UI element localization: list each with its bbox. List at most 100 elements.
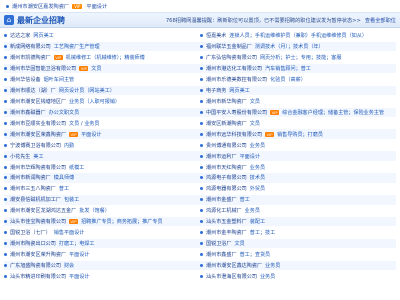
company-name[interactable]: 潮州华信设备 xyxy=(10,76,41,83)
company-name[interactable]: 鸿源电器有限公司 xyxy=(206,185,247,192)
company-name[interactable]: 潮州市顺达（湖）厂 xyxy=(10,87,56,94)
list-item[interactable]: 福州联华五金制品厂 测调技术（月）；技术员（年） xyxy=(200,41,396,52)
list-item[interactable]: 新成网络有限公司 工艺陶瓷厂生产管理 xyxy=(4,41,200,52)
job-title[interactable]: 财会 xyxy=(64,262,74,269)
job-title[interactable]: 化验员（高薪） xyxy=(270,76,306,83)
job-title[interactable]: 平面设计 xyxy=(86,3,107,10)
company-name[interactable]: 中国平安人寿股份有限公司 xyxy=(206,109,267,116)
job-title[interactable]: 批发（饱餐） xyxy=(79,207,110,214)
view-all-link[interactable]: 查看全部职位 xyxy=(365,17,396,24)
job-title[interactable]: 工艺陶瓷厂生产管理 xyxy=(54,43,100,50)
job-title[interactable]: 外贸员 xyxy=(250,185,265,192)
list-item[interactable]: 汕头市佳宝陶瓷有限公司 VIP 招聘推广专员；商务拓展；推广专员 xyxy=(4,216,200,227)
job-title[interactable]: 招聘推广专员；商务拓展；推广专员 xyxy=(81,218,163,225)
company-name[interactable]: 潮州市乐德美数控有限公司 xyxy=(206,76,267,83)
job-title[interactable]: 平面设计 xyxy=(69,251,89,258)
list-item[interactable]: 潮州市港达化工有限公司 汽车销售顾问；普工 xyxy=(200,63,396,74)
job-title[interactable]: 纸模工 xyxy=(69,164,84,171)
job-title[interactable]: 连锁人员；手机运维维护员（兼职）手机运维维修员（如从） xyxy=(229,32,367,39)
list-item[interactable]: 潮州市鑫盛厂 普工；查货员 xyxy=(200,250,396,260)
job-title[interactable]: 机械维修工（机械维修）；精装师傅 xyxy=(66,54,145,61)
list-item[interactable]: 潮州市潮安区荣升陶瓷厂 平面设计 xyxy=(4,250,200,260)
company-name[interactable]: 福州联华五金制品厂 xyxy=(206,43,252,50)
list-item[interactable]: 潮州市潮安区荣鑫陶瓷厂 VIP 平面设计 xyxy=(4,129,200,139)
company-name[interactable]: 潮州市凯德陶瓷厂 xyxy=(10,54,51,61)
company-name[interactable]: 潮州市潮安区荣升陶瓷厂 xyxy=(10,251,66,258)
job-title[interactable]: 综合金融客户经理；储备主管；保险业务主管 xyxy=(282,109,384,116)
job-title[interactable]: 文员 xyxy=(234,240,244,247)
company-name[interactable]: 潮州市三五八陶瓷厂 xyxy=(10,185,56,192)
job-title[interactable]: 销售平面设计 xyxy=(54,229,85,236)
job-title[interactable]: 业务员 xyxy=(245,207,260,214)
job-title[interactable]: 打磨工；电焊工 xyxy=(59,240,95,247)
list-item[interactable]: 潮州市潮安区鑫达陶瓷厂 业务员 xyxy=(200,260,396,271)
company-name[interactable]: 潮州市鑫盛厂 xyxy=(206,251,237,258)
job-title[interactable]: 美工 xyxy=(33,153,43,160)
list-item[interactable]: 国锐卫浴厂 文员 xyxy=(200,238,396,249)
company-name[interactable]: 广东旭盛陶瓷有限公司 xyxy=(10,262,61,269)
job-title[interactable]: 文员 xyxy=(250,98,260,105)
job-title[interactable]: 模具师傅 xyxy=(54,174,74,181)
list-item[interactable]: 潮州市乐德美数控有限公司 化验员（高薪） xyxy=(200,75,396,85)
list-item[interactable]: 电子商务 网页美工 xyxy=(200,85,396,96)
job-title[interactable]: 烟叶车间主管 xyxy=(44,76,75,83)
job-title[interactable]: 汽车销售顾问；普工 xyxy=(265,65,311,72)
company-name[interactable]: 小花先生 xyxy=(10,153,30,160)
company-name[interactable]: 汕头市澄海区有限公司 xyxy=(206,273,257,280)
job-title[interactable]: 业务员 xyxy=(250,142,265,149)
job-title[interactable]: 业务员 xyxy=(265,262,280,269)
company-name[interactable]: 鸿源化工机械厂 xyxy=(206,207,242,214)
job-title[interactable]: 网页分析；护士；专用；技能；客服 xyxy=(260,54,342,61)
list-item[interactable]: 潮州市华固智能卫浴有限公司 VIP 文员 xyxy=(4,63,200,74)
list-item[interactable]: 潮州市新润陶瓷厂 模具师傅 xyxy=(4,173,200,183)
list-item[interactable]: 潮州市鑫磁器厂 办公文职文员 xyxy=(4,107,200,118)
company-name[interactable]: 潮安区新潮陶瓷厂 xyxy=(206,120,247,127)
company-name[interactable]: 贵州博通有限公司 xyxy=(206,142,247,149)
list-item[interactable]: 潮州市三五八陶瓷厂 普工 xyxy=(4,184,200,194)
job-title[interactable]: 销售导购员；打磨员 xyxy=(277,131,323,138)
company-name[interactable]: 潮安县信磁机机加工厂 xyxy=(10,196,61,203)
company-name[interactable]: 潮州市潮安区荣鑫陶瓷厂 xyxy=(10,131,66,138)
company-name[interactable]: 潮州市金丰陶瓷厂 xyxy=(206,229,247,236)
company-name[interactable]: 潮州市华辉陶瓷有限公司 xyxy=(10,164,66,171)
job-title[interactable]: 网页设计员（网站美工） xyxy=(59,87,115,94)
job-title[interactable]: 普工；查货员 xyxy=(240,251,271,258)
list-item[interactable]: 潮州市远华科技有限公司 VIP 销售导购员；打磨员 xyxy=(200,129,396,139)
company-name[interactable]: 潮州市豆顺实业有限公司 xyxy=(10,120,66,127)
job-title[interactable]: 网页美工 xyxy=(33,32,53,39)
company-name[interactable]: 潮州市运利厂 xyxy=(206,153,237,160)
company-name[interactable]: 汕头市五金塑料厂 xyxy=(206,218,247,225)
list-item[interactable]: 中国平安人寿股份有限公司 VIP 综合金融客户经理；储备主管；保险业务主管 xyxy=(200,107,396,118)
job-title[interactable]: 普工；技工 xyxy=(250,229,275,236)
company-name[interactable]: 潮州市天红陶瓷厂 xyxy=(206,164,247,171)
list-item[interactable]: 宁波博赛卫浴有限公司 内勤 xyxy=(4,140,200,150)
list-item[interactable]: 汕头市精进印刷有限公司 平面设计 xyxy=(4,272,200,282)
company-name[interactable]: 潮州市潮安区嘉发陶瓷厂 xyxy=(12,3,69,10)
job-title[interactable]: 业务员 xyxy=(250,164,265,171)
company-name[interactable]: 国锐卫浴厂 xyxy=(206,240,231,247)
job-title[interactable]: 办公文职文员 xyxy=(49,109,80,116)
list-item[interactable]: 广东弘信陶瓷有限公司 网页分析；护士；专用；技能；客服 xyxy=(200,53,396,63)
company-name[interactable]: 汕头市佳宝陶瓷有限公司 xyxy=(10,218,66,225)
list-item[interactable]: 达达之家 网页美工 xyxy=(4,31,200,41)
company-name[interactable]: 潮州市潮安区鑫达陶瓷厂 xyxy=(206,262,262,269)
company-name[interactable]: 潮州市陶瓷出口公司 xyxy=(10,240,56,247)
company-name[interactable]: 恒嘉美术 xyxy=(206,32,226,39)
company-name[interactable]: 潮州市新华陶瓷厂 xyxy=(206,98,247,105)
list-item[interactable]: 潮州市凯德陶瓷厂 VIP 机械维修工（机械维修）；精装师傅 xyxy=(4,53,200,63)
list-item[interactable]: 潮州市豆顺实业有限公司 文员 / 业务员 xyxy=(4,119,200,129)
list-item[interactable]: 潮州市华辉陶瓷有限公司 纸模工 xyxy=(4,162,200,172)
top-listing-row[interactable]: 潮州市潮安区嘉发陶瓷厂 VIP 平面设计 xyxy=(0,0,400,13)
list-item[interactable]: 潮州华信设备 烟叶车间主管 xyxy=(4,75,200,85)
job-title[interactable]: 文员 xyxy=(91,65,101,72)
company-name[interactable]: 潮州市港达化工有限公司 xyxy=(206,65,262,72)
job-title[interactable]: 文员 xyxy=(250,120,260,127)
list-item[interactable]: 潮安区新潮陶瓷厂 文员 xyxy=(200,119,396,129)
job-title[interactable]: 普工 xyxy=(240,196,250,203)
list-item[interactable]: 贵州博通有限公司 业务员 xyxy=(200,140,396,150)
list-item[interactable]: 潮州市新华陶瓷厂 文员 xyxy=(200,97,396,107)
list-item[interactable]: 潮州市陶瓷出口公司 打磨工；电焊工 xyxy=(4,238,200,249)
job-title[interactable]: 装配工 xyxy=(250,218,265,225)
list-item[interactable]: 潮州市天红陶瓷厂 业务员 xyxy=(200,162,396,172)
list-item[interactable]: 潮安县信磁机机加工厂 包装工 xyxy=(4,195,200,205)
